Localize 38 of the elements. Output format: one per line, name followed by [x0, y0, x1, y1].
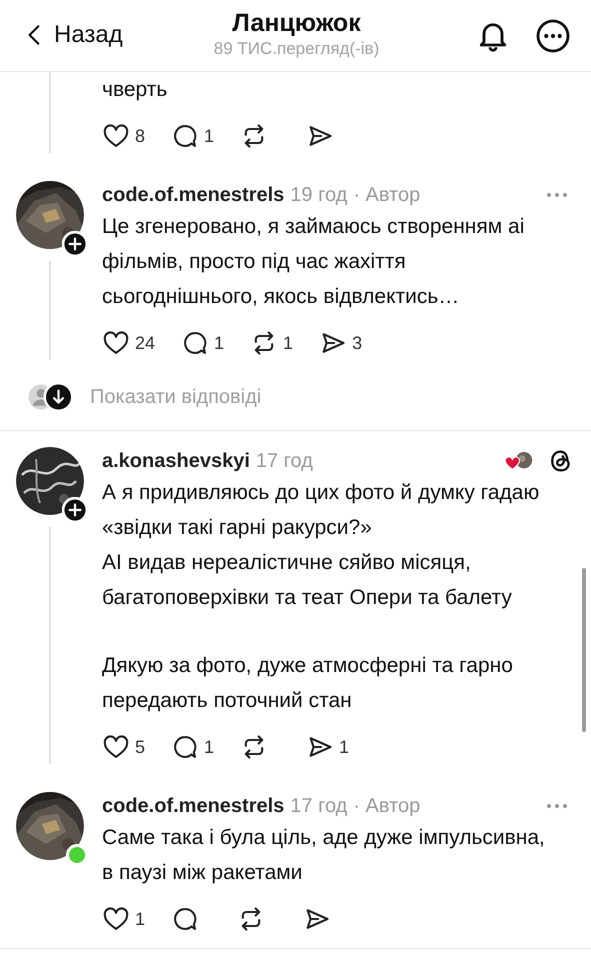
speech-bubble-icon	[181, 329, 210, 357]
like-button[interactable]: 1	[102, 905, 146, 933]
post-text: Дякую за фото, дуже атмосферні та гарно передають поточний стан	[102, 653, 514, 714]
more-options-icon[interactable]	[535, 18, 571, 54]
repost-button[interactable]: 1	[250, 329, 294, 357]
reply-button[interactable]: 1	[181, 329, 224, 357]
page-title: Ланцюжок	[232, 8, 361, 38]
post-text: чверть	[102, 77, 168, 103]
username[interactable]: a.konashevskyi	[102, 450, 250, 472]
speech-bubble-icon	[171, 122, 200, 150]
reply-button[interactable]: 1	[171, 733, 214, 761]
heart-icon	[102, 733, 130, 761]
back-button[interactable]: Назад	[22, 20, 172, 48]
like-button[interactable]: 5	[102, 733, 146, 761]
author-label: · Автор	[353, 184, 420, 206]
author-label: · Автор	[353, 794, 420, 818]
follow-icon[interactable]	[62, 231, 88, 257]
view-count: 89 ТИС.перегляд(-ів)	[214, 38, 380, 60]
reply-button[interactable]: 1	[171, 122, 214, 150]
post-time: 19 год	[290, 184, 348, 206]
post-time: 17 год	[256, 450, 313, 472]
heart-icon	[102, 122, 130, 150]
follow-icon[interactable]	[62, 497, 88, 523]
share-button[interactable]: 3	[319, 329, 362, 357]
post-text: А я придивляюсь до цих фото й думку гадаю «звідки такі гарні ракурси?»	[102, 480, 540, 541]
username[interactable]: code.of.menestrels	[102, 184, 284, 206]
heart-icon	[102, 329, 130, 357]
post-text: Саме така і була ціль, аде дуже імпульсивна, в паузі між ракетами	[102, 825, 546, 886]
like-button[interactable]: 8	[102, 122, 146, 150]
speech-bubble-icon	[171, 905, 200, 933]
speech-bubble-icon	[171, 733, 200, 761]
post-time: 17 год	[290, 794, 348, 818]
post-text: Це згенеровано, я займаюсь створенням аі фільмів, просто під час жахіття сьогоднішнього, якось відвлектись…	[102, 214, 526, 310]
heart-icon	[102, 905, 130, 933]
like-button[interactable]: 24	[102, 329, 156, 357]
share-button[interactable]: 1	[306, 733, 350, 761]
post-text: AI видав нереалістичне сяйво місяця, багатоповерхівки та теат Опери та балету	[102, 550, 513, 611]
username[interactable]: code.of.menestrels	[102, 794, 284, 818]
